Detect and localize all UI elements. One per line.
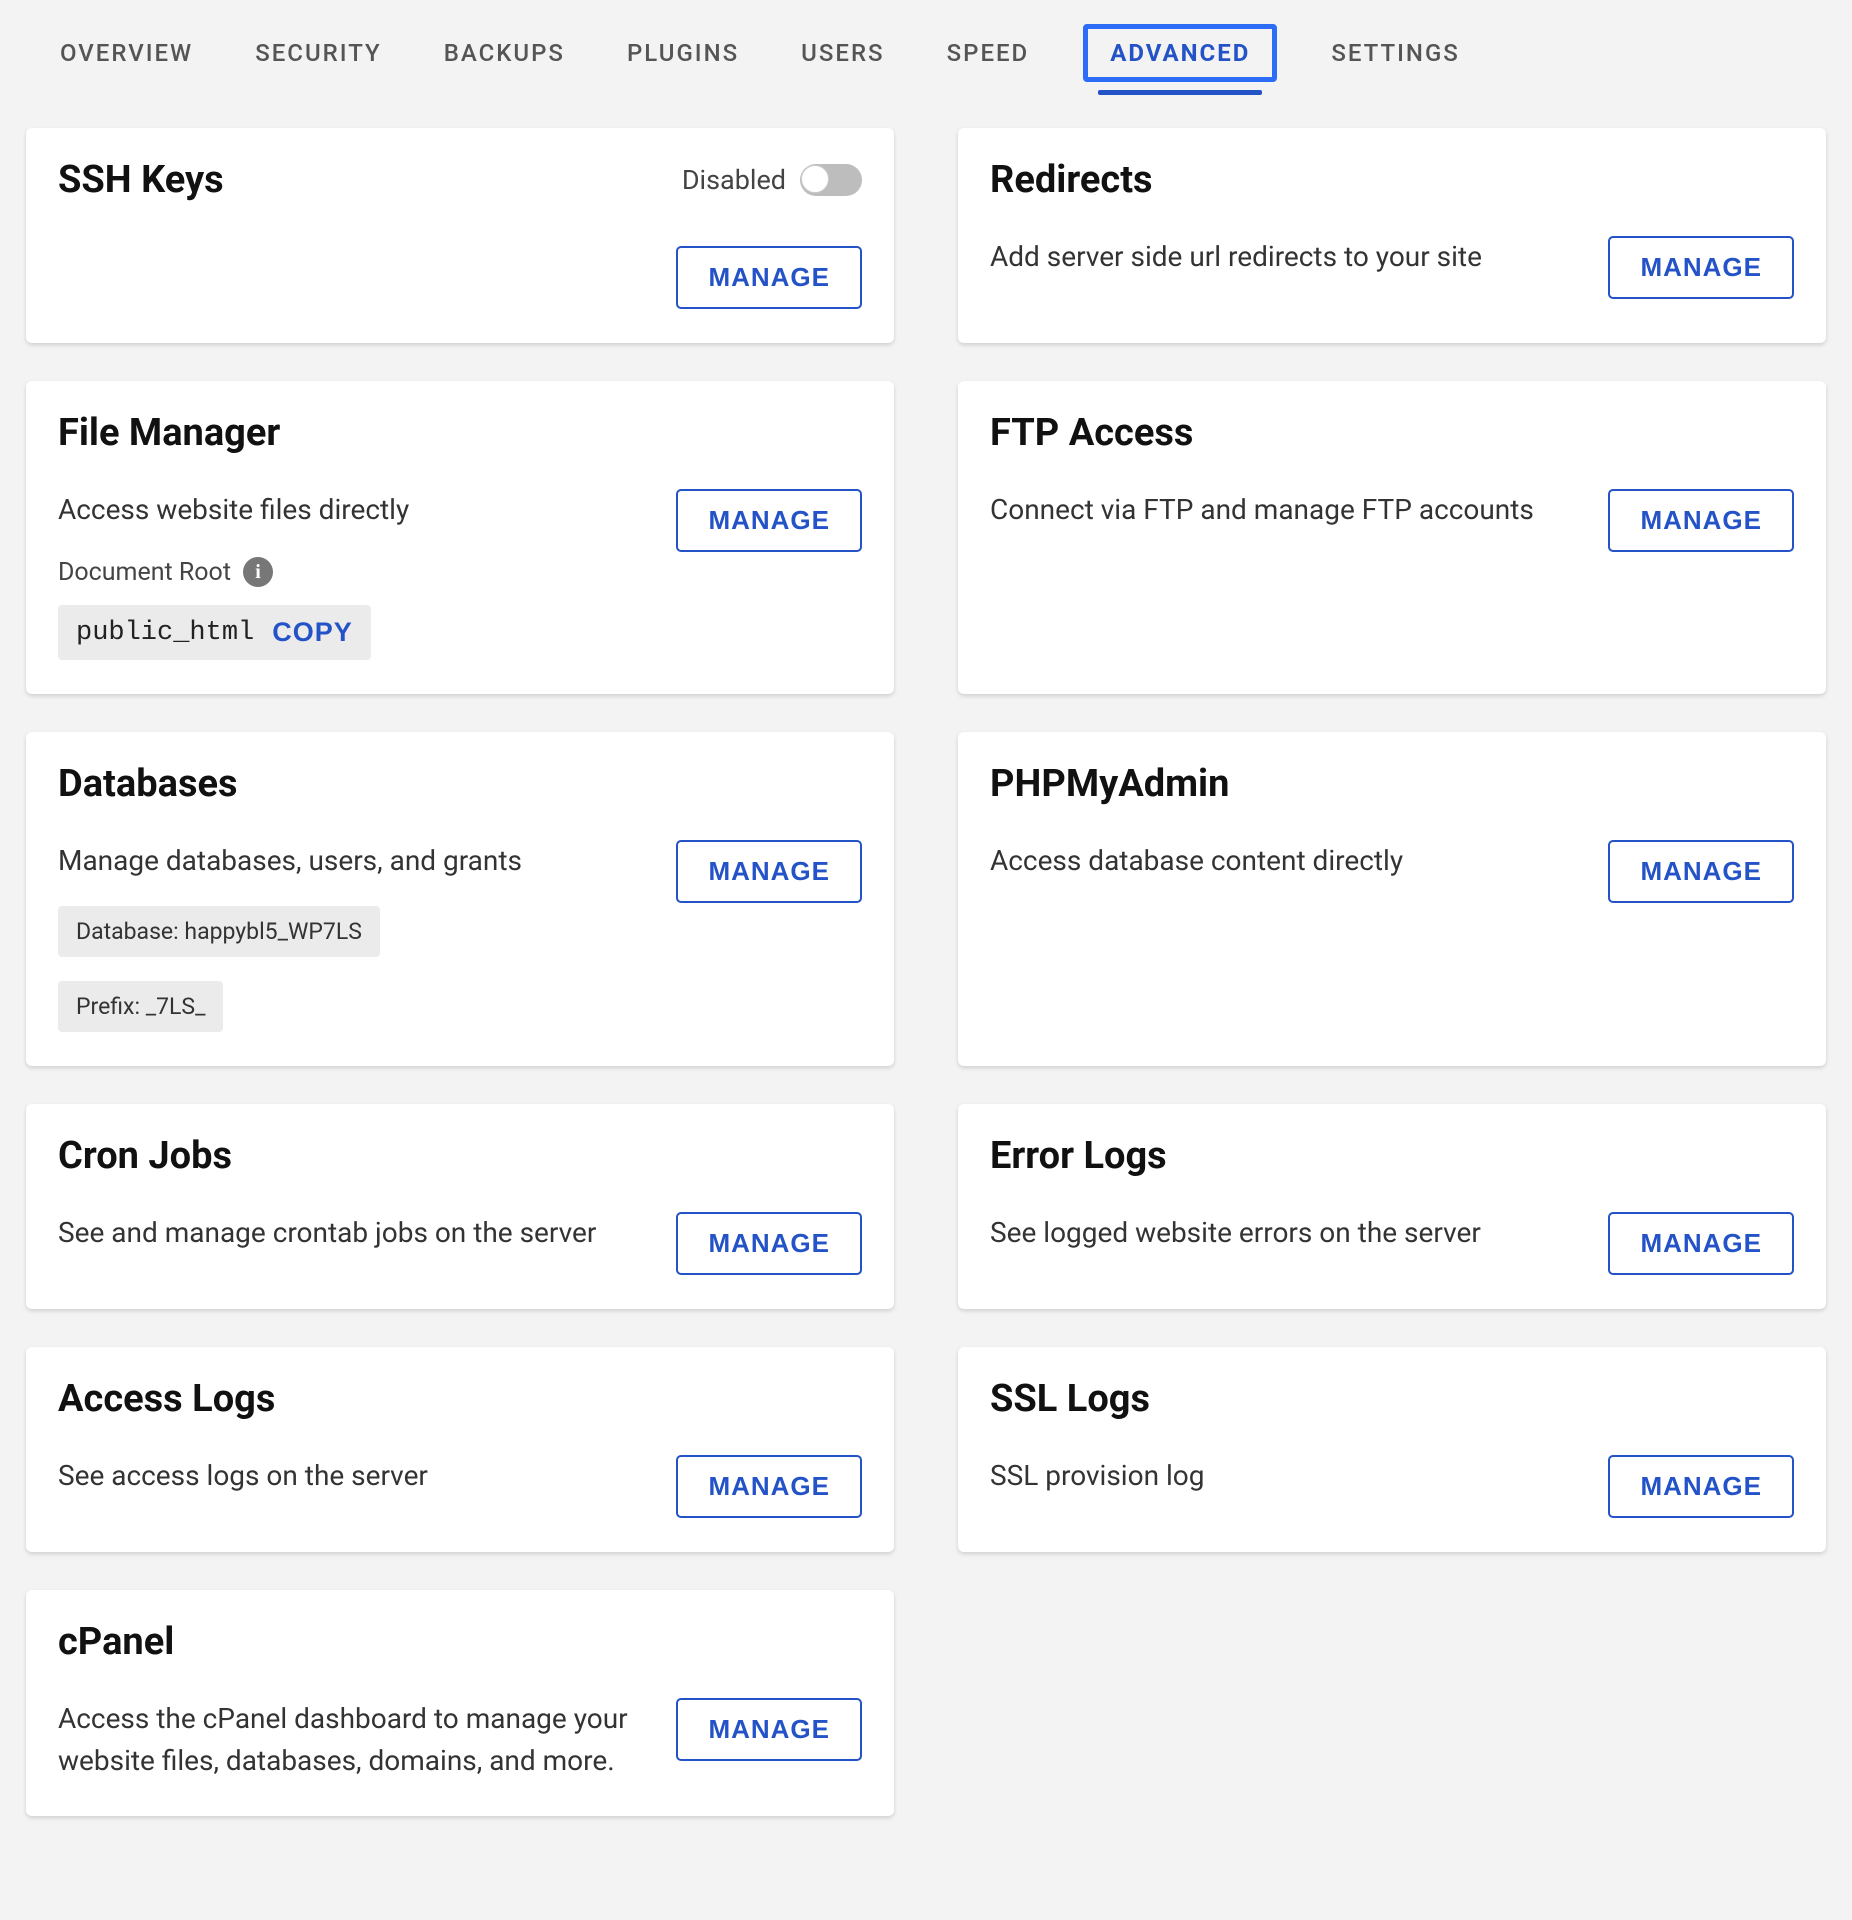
manage-button-ftp[interactable]: MANAGE: [1608, 489, 1794, 552]
tab-users[interactable]: USERS: [793, 29, 892, 77]
card-access-logs: Access Logs See access logs on the serve…: [26, 1347, 894, 1552]
tab-advanced[interactable]: ADVANCED: [1083, 24, 1277, 82]
ssh-toggle[interactable]: [800, 164, 862, 196]
manage-button-errorlogs[interactable]: MANAGE: [1608, 1212, 1794, 1275]
document-root-chip: public_html COPY: [58, 605, 371, 660]
card-title: Redirects: [990, 158, 1794, 202]
card-desc: Access the cPanel dashboard to manage yo…: [58, 1698, 652, 1782]
card-title: SSL Logs: [990, 1377, 1794, 1421]
card-title: PHPMyAdmin: [990, 762, 1794, 806]
tab-settings[interactable]: SETTINGS: [1323, 29, 1467, 77]
manage-button-cpanel[interactable]: MANAGE: [676, 1698, 862, 1761]
manage-button-ssllogs[interactable]: MANAGE: [1608, 1455, 1794, 1518]
info-icon[interactable]: i: [243, 557, 273, 587]
card-file-manager: File Manager Access website files direct…: [26, 381, 894, 694]
manage-button-databases[interactable]: MANAGE: [676, 840, 862, 903]
card-title: SSH Keys: [58, 158, 224, 202]
card-ssl-logs: SSL Logs SSL provision log MANAGE: [958, 1347, 1826, 1552]
card-title: File Manager: [58, 411, 862, 455]
card-title: cPanel: [58, 1620, 862, 1664]
card-desc: Access website files directly: [58, 489, 652, 531]
tab-plugins[interactable]: PLUGINS: [619, 29, 747, 77]
manage-button-cron[interactable]: MANAGE: [676, 1212, 862, 1275]
document-root-value: public_html: [76, 618, 254, 648]
card-redirects: Redirects Add server side url redirects …: [958, 128, 1826, 343]
card-desc: Manage databases, users, and grants: [58, 840, 652, 882]
tab-overview[interactable]: OVERVIEW: [52, 29, 201, 77]
card-title: Error Logs: [990, 1134, 1794, 1178]
manage-button-accesslogs[interactable]: MANAGE: [676, 1455, 862, 1518]
card-desc: See logged website errors on the server: [990, 1212, 1584, 1254]
card-title: Access Logs: [58, 1377, 862, 1421]
toggle-knob-icon: [801, 165, 829, 193]
ssh-toggle-wrap: Disabled: [682, 164, 862, 196]
ssh-status-label: Disabled: [682, 164, 786, 196]
card-error-logs: Error Logs See logged website errors on …: [958, 1104, 1826, 1309]
tab-speed[interactable]: SPEED: [939, 29, 1038, 77]
card-ftp-access: FTP Access Connect via FTP and manage FT…: [958, 381, 1826, 694]
database-prefix-chip: Prefix: _7LS_: [58, 981, 223, 1032]
tab-nav: OVERVIEW SECURITY BACKUPS PLUGINS USERS …: [26, 0, 1826, 104]
manage-button-redirects[interactable]: MANAGE: [1608, 236, 1794, 299]
copy-button[interactable]: COPY: [272, 617, 353, 648]
card-ssh-keys: SSH Keys Disabled MANAGE: [26, 128, 894, 343]
card-cron-jobs: Cron Jobs See and manage crontab jobs on…: [26, 1104, 894, 1309]
manage-button-filemanager[interactable]: MANAGE: [676, 489, 862, 552]
database-name-chip: Database: happybl5_WP7LS: [58, 906, 380, 957]
card-desc: See access logs on the server: [58, 1455, 652, 1497]
card-desc: Access database content directly: [990, 840, 1584, 882]
card-desc: Connect via FTP and manage FTP accounts: [990, 489, 1584, 531]
manage-button-ssh[interactable]: MANAGE: [676, 246, 862, 309]
manage-button-phpmyadmin[interactable]: MANAGE: [1608, 840, 1794, 903]
tab-backups[interactable]: BACKUPS: [436, 29, 573, 77]
document-root-label: Document Root: [58, 558, 231, 587]
card-desc: SSL provision log: [990, 1455, 1584, 1497]
card-databases: Databases Manage databases, users, and g…: [26, 732, 894, 1066]
card-title: Cron Jobs: [58, 1134, 862, 1178]
card-phpmyadmin: PHPMyAdmin Access database content direc…: [958, 732, 1826, 1066]
card-cpanel: cPanel Access the cPanel dashboard to ma…: [26, 1590, 894, 1816]
cards-grid: SSH Keys Disabled MANAGE Redirects Add s…: [26, 128, 1826, 1816]
card-title: FTP Access: [990, 411, 1794, 455]
document-root-row: Document Root i: [58, 557, 652, 587]
card-desc: Add server side url redirects to your si…: [990, 236, 1584, 278]
card-title: Databases: [58, 762, 862, 806]
card-desc: See and manage crontab jobs on the serve…: [58, 1212, 652, 1254]
tab-security[interactable]: SECURITY: [247, 29, 390, 77]
